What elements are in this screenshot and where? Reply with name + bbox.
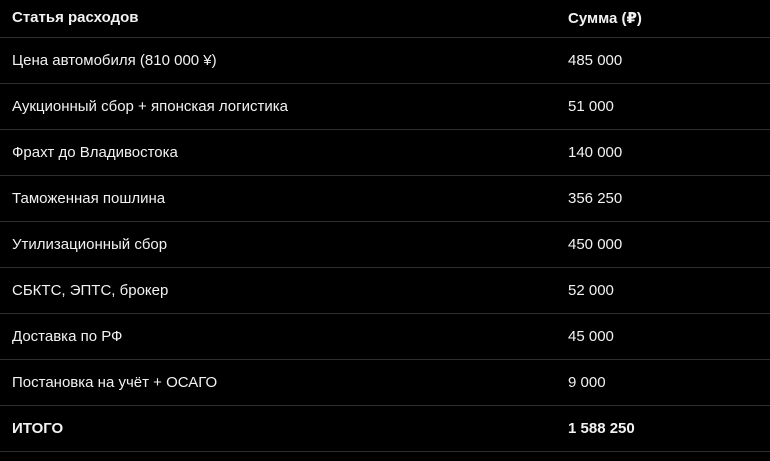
row-amount-value: 485 000 [566, 37, 770, 84]
row-item-label: Утилизационный сбор [0, 221, 566, 268]
row-item-label: Цена автомобиля (810 000 ¥) [0, 37, 566, 84]
row-item-label: СБКТС, ЭПТС, брокер [0, 267, 566, 314]
row-amount-value: 51 000 [566, 83, 770, 130]
table-row: СБКТС, ЭПТС, брокер 52 000 [0, 267, 770, 314]
table-row: Аукционный сбор + японская логистика 51 … [0, 83, 770, 130]
row-item-label: Аукционный сбор + японская логистика [0, 83, 566, 130]
table-row: Фрахт до Владивостока 140 000 [0, 129, 770, 176]
row-amount-value: 450 000 [566, 221, 770, 268]
total-amount: 1 588 250 [566, 405, 770, 452]
table-row: Цена автомобиля (810 000 ¥) 485 000 [0, 37, 770, 84]
total-label: ИТОГО [0, 405, 566, 452]
table-header-row: Статья расходов Сумма (₽) [0, 0, 770, 38]
row-amount-value: 52 000 [566, 267, 770, 314]
row-item-label: Доставка по РФ [0, 313, 566, 360]
table-row: Таможенная пошлина 356 250 [0, 175, 770, 222]
cost-table: Статья расходов Сумма (₽) Цена автомобил… [0, 0, 770, 452]
total-row: ИТОГО 1 588 250 [0, 405, 770, 452]
table-row: Доставка по РФ 45 000 [0, 313, 770, 360]
row-amount-value: 45 000 [566, 313, 770, 360]
table-row: Утилизационный сбор 450 000 [0, 221, 770, 268]
row-amount-value: 140 000 [566, 129, 770, 176]
row-item-label: Постановка на учёт + ОСАГО [0, 359, 566, 406]
row-amount-value: 9 000 [566, 359, 770, 406]
column-header-amount: Сумма (₽) [566, 0, 770, 38]
table-row: Постановка на учёт + ОСАГО 9 000 [0, 359, 770, 406]
column-header-item: Статья расходов [0, 0, 566, 38]
row-item-label: Таможенная пошлина [0, 175, 566, 222]
row-amount-value: 356 250 [566, 175, 770, 222]
row-item-label: Фрахт до Владивостока [0, 129, 566, 176]
